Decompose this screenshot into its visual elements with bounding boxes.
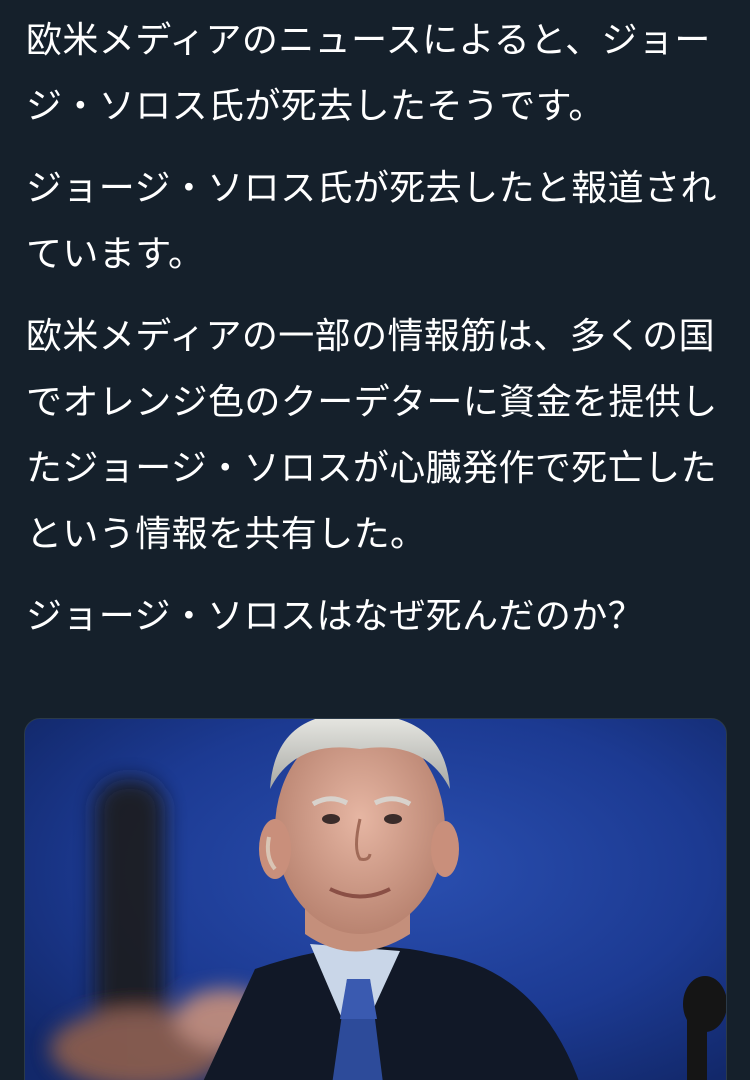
tweet-paragraph-1: 欧米メディアのニュースによると、ジョージ・ソロス氏が死去したそうです。: [26, 20, 711, 127]
tweet-paragraph-3: 欧米メディアの一部の情報筋は、多くの国でオレンジ色のクーデターに資金を提供したジ…: [26, 316, 718, 555]
tweet-media-photo[interactable]: [24, 718, 727, 1080]
portrait-photo: [25, 719, 726, 1080]
tweet-body: 欧米メディアのニュースによると、ジョージ・ソロス氏が死去したそうです。 ジョージ…: [26, 8, 730, 666]
tweet-paragraph-4: ジョージ・ソロスはなぜ死んだのか？: [26, 596, 645, 637]
tweet-screen: 欧米メディアのニュースによると、ジョージ・ソロス氏が死去したそうです。 ジョージ…: [0, 0, 750, 1080]
tweet-paragraph-2: ジョージ・ソロス氏が死去したと報道されています。: [26, 168, 717, 275]
